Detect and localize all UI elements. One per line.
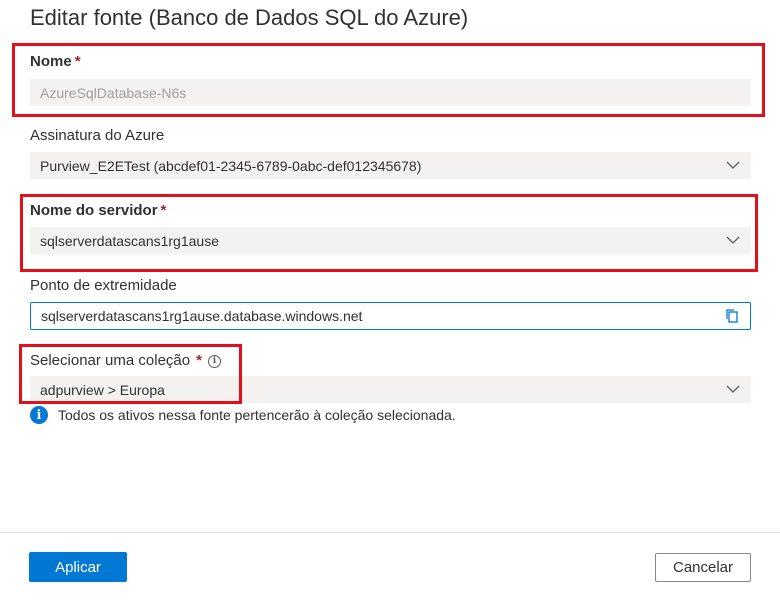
assinatura-value: Purview_E2ETest (abcdef01-2345-6789-0abc… — [40, 157, 422, 174]
info-text: Todos os ativos nessa fonte pertencerão … — [58, 407, 456, 423]
page-title: Editar fonte (Banco de Dados SQL do Azur… — [30, 5, 469, 30]
info-message: i Todos os ativos nessa fonte pertencerã… — [30, 406, 456, 424]
required-marker: * — [160, 202, 167, 219]
colecao-value: adpurview > Europa — [40, 381, 165, 398]
colecao-dropdown[interactable]: adpurview > Europa — [30, 376, 751, 403]
servidor-label: Nome do servidor * — [30, 202, 167, 219]
nome-input[interactable]: AzureSqlDatabase-N6s — [30, 79, 751, 106]
footer-divider — [0, 532, 780, 533]
ponto-input[interactable]: sqlserverdatascans1rg1ause.database.wind… — [30, 302, 751, 330]
chevron-down-icon — [726, 161, 740, 169]
nome-label: Nome * — [30, 53, 81, 70]
chevron-down-icon — [726, 236, 740, 244]
servidor-dropdown[interactable]: sqlserverdatascans1rg1ause — [30, 227, 751, 254]
required-marker: * — [74, 53, 81, 70]
info-icon: i — [30, 406, 48, 424]
chevron-down-icon — [726, 385, 740, 393]
required-marker: * — [196, 352, 202, 369]
info-tooltip-icon[interactable]: i — [207, 355, 221, 368]
servidor-value: sqlserverdatascans1rg1ause — [40, 232, 219, 249]
assinatura-label: Assinatura do Azure — [30, 127, 165, 144]
cancel-button[interactable]: Cancelar — [655, 553, 751, 582]
assinatura-dropdown[interactable]: Purview_E2ETest (abcdef01-2345-6789-0abc… — [30, 152, 751, 179]
nome-value: AzureSqlDatabase-N6s — [40, 84, 187, 101]
ponto-label: Ponto de extremidade — [30, 277, 177, 294]
ponto-value: sqlserverdatascans1rg1ause.database.wind… — [41, 308, 363, 324]
apply-button[interactable]: Aplicar — [29, 552, 127, 582]
copy-icon[interactable] — [724, 308, 740, 324]
colecao-label: Selecionar uma coleção * i — [30, 352, 221, 369]
